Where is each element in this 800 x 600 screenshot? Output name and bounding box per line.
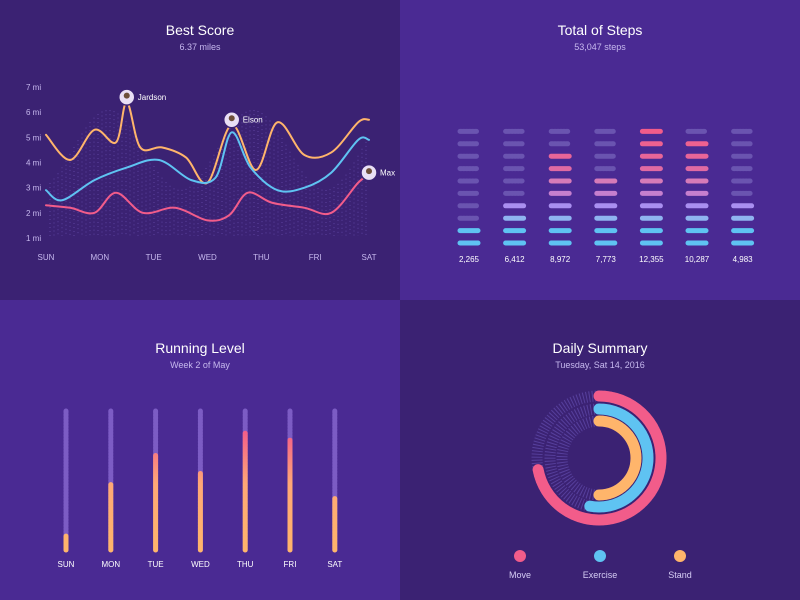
step-value-label: 10,287 [685, 255, 710, 264]
running-day-label: THU [237, 560, 254, 569]
legend-move: Move [480, 550, 560, 580]
x-tick-label: THU [253, 253, 270, 262]
running-day-label: FRI [284, 560, 297, 569]
x-tick-label: SUN [38, 253, 55, 262]
running-panel: Running Level Week 2 of May SUN MON TUE WED… [0, 300, 400, 600]
y-tick-label: 2 mi [26, 209, 41, 218]
avatar-label: Max [380, 169, 395, 178]
legend-stand: Stand [640, 550, 720, 580]
y-tick-label: 3 mi [26, 184, 41, 193]
legend-exercise: Exercise [560, 550, 640, 580]
move-dot-icon [514, 550, 526, 562]
exercise-dot-icon [594, 550, 606, 562]
step-value-label: 2,265 [459, 255, 480, 264]
avatar-face-icon [123, 92, 130, 99]
legend-stand-label: Stand [668, 570, 692, 580]
best-score-chart: 1 mi 2 mi 3 mi 4 mi 5 mi 6 mi 7 mi SUN MON TUE WED… [26, 83, 395, 262]
x-tick-label: WED [198, 253, 217, 262]
step-value-label: 6,412 [505, 255, 526, 264]
series-line-0 [45, 101, 370, 185]
daily-panel: Daily Summary Tuesday, Sat 14, 2016 Move… [400, 300, 800, 600]
avatar-face-icon [366, 168, 372, 175]
running-day-label: MON [101, 560, 120, 569]
y-tick-label: 4 mi [26, 159, 41, 168]
steps-panel: Total of Steps 53,047 steps 2,265 6,412 8,… [400, 0, 800, 300]
y-tick-label: 1 mi [26, 234, 41, 243]
step-value-label: 12,355 [639, 255, 664, 264]
y-tick-label: 5 mi [26, 133, 41, 142]
x-tick-label: FRI [309, 253, 322, 262]
avatar-label: Elson [243, 116, 263, 125]
steps-chart: 2,265 6,412 8,972 7,773 12,355 10,287 4,983 [457, 128, 755, 264]
running-day-label: SAT [327, 560, 342, 569]
dashboard: Best Score 6.37 miles 1 mi 2 mi 3 mi 4 mi 5 … [0, 0, 800, 600]
ring-stand [593, 415, 642, 501]
stand-dot-icon [674, 550, 686, 562]
legend-exercise-label: Exercise [582, 570, 618, 580]
legend-move-label: Move [508, 570, 531, 580]
running-day-label: WED [191, 560, 210, 569]
running-chart: SUN MON TUE WED THU FRI SAT [58, 408, 342, 569]
step-value-label: 7,773 [596, 255, 617, 264]
avatar-face-icon [228, 115, 235, 122]
step-value-label: 8,972 [550, 255, 571, 264]
x-tick-label: SAT [362, 253, 377, 262]
best-score-panel: Best Score 6.37 miles 1 mi 2 mi 3 mi 4 mi 5 … [0, 0, 400, 300]
x-tick-label: MON [90, 253, 109, 262]
running-day-label: TUE [148, 560, 164, 569]
avatar-label: Jardson [138, 93, 166, 102]
step-value-label: 4,983 [733, 255, 754, 264]
x-tick-label: TUE [146, 253, 162, 262]
running-day-label: SUN [58, 560, 75, 569]
y-tick-label: 7 mi [26, 83, 41, 92]
y-tick-label: 6 mi [26, 108, 41, 117]
